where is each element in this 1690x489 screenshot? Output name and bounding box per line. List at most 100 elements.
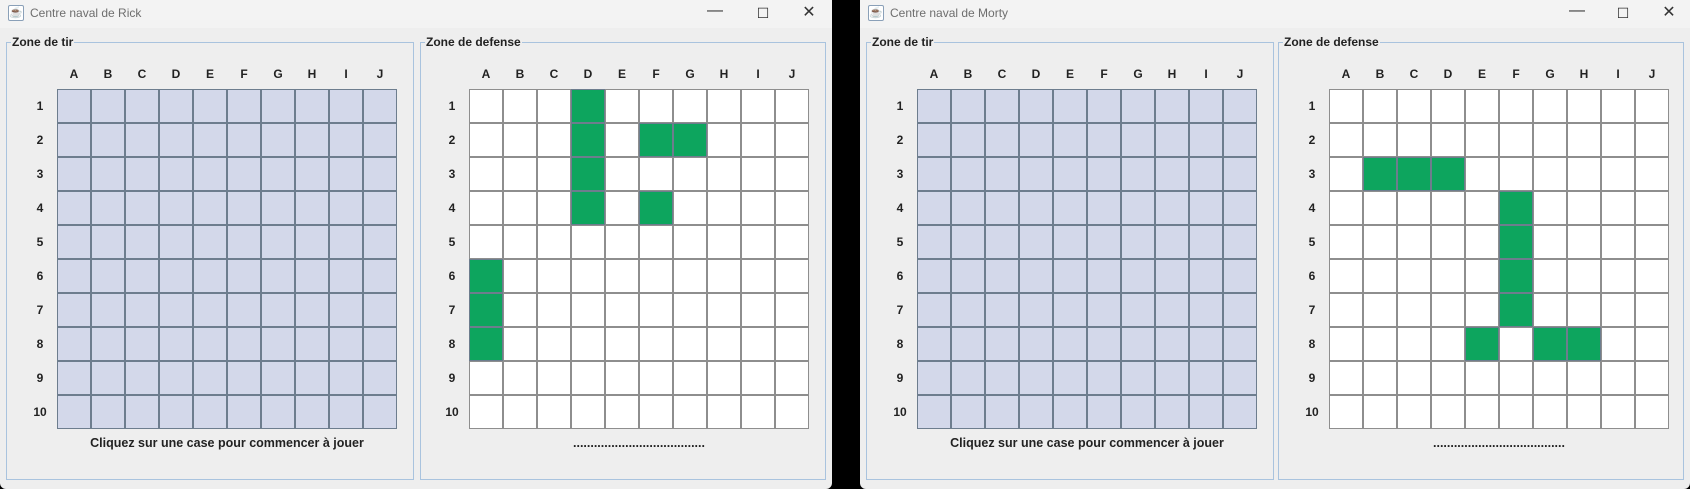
- shot-cell-f2[interactable]: [1087, 123, 1121, 157]
- shot-cell-e9[interactable]: [1053, 361, 1087, 395]
- shot-cell-i4[interactable]: [329, 191, 363, 225]
- defense-cell-h5[interactable]: [1567, 225, 1601, 259]
- shot-cell-d2[interactable]: [159, 123, 193, 157]
- shot-cell-a9[interactable]: [57, 361, 91, 395]
- shot-cell-d1[interactable]: [159, 89, 193, 123]
- defense-cell-a1[interactable]: [469, 89, 503, 123]
- defense-cell-d7[interactable]: [1431, 293, 1465, 327]
- shot-cell-j8[interactable]: [363, 327, 397, 361]
- shot-cell-h7[interactable]: [295, 293, 329, 327]
- defense-cell-h2[interactable]: [1567, 123, 1601, 157]
- shot-cell-b7[interactable]: [951, 293, 985, 327]
- defense-cell-h7[interactable]: [707, 293, 741, 327]
- shot-cell-e1[interactable]: [1053, 89, 1087, 123]
- shot-cell-a9[interactable]: [917, 361, 951, 395]
- maximize-icon[interactable]: ☐: [740, 0, 786, 28]
- defense-cell-d8[interactable]: [1431, 327, 1465, 361]
- defense-cell-h3[interactable]: [707, 157, 741, 191]
- shot-cell-j9[interactable]: [1223, 361, 1257, 395]
- shot-cell-c6[interactable]: [985, 259, 1019, 293]
- defense-cell-a6[interactable]: [469, 259, 503, 293]
- shot-cell-e10[interactable]: [1053, 395, 1087, 429]
- shot-cell-f9[interactable]: [1087, 361, 1121, 395]
- defense-cell-d6[interactable]: [571, 259, 605, 293]
- shot-cell-j4[interactable]: [363, 191, 397, 225]
- shot-cell-c10[interactable]: [985, 395, 1019, 429]
- defense-cell-d2[interactable]: [1431, 123, 1465, 157]
- defense-cell-j9[interactable]: [1635, 361, 1669, 395]
- shot-cell-b4[interactable]: [91, 191, 125, 225]
- shot-cell-i7[interactable]: [1189, 293, 1223, 327]
- shot-cell-j9[interactable]: [363, 361, 397, 395]
- defense-cell-j3[interactable]: [1635, 157, 1669, 191]
- shot-cell-c7[interactable]: [125, 293, 159, 327]
- shot-cell-j4[interactable]: [1223, 191, 1257, 225]
- shot-cell-e6[interactable]: [1053, 259, 1087, 293]
- defense-cell-i2[interactable]: [741, 123, 775, 157]
- shot-cell-f8[interactable]: [227, 327, 261, 361]
- shot-cell-c3[interactable]: [125, 157, 159, 191]
- defense-cell-e1[interactable]: [1465, 89, 1499, 123]
- defense-cell-i3[interactable]: [741, 157, 775, 191]
- defense-cell-d3[interactable]: [571, 157, 605, 191]
- defense-cell-i1[interactable]: [741, 89, 775, 123]
- defense-cell-e2[interactable]: [1465, 123, 1499, 157]
- defense-cell-f8[interactable]: [1499, 327, 1533, 361]
- defense-cell-i9[interactable]: [1601, 361, 1635, 395]
- shot-cell-h1[interactable]: [1155, 89, 1189, 123]
- defense-cell-d6[interactable]: [1431, 259, 1465, 293]
- shot-cell-g8[interactable]: [1121, 327, 1155, 361]
- shot-cell-i1[interactable]: [1189, 89, 1223, 123]
- defense-cell-f7[interactable]: [639, 293, 673, 327]
- defense-cell-h8[interactable]: [1567, 327, 1601, 361]
- defense-cell-e5[interactable]: [1465, 225, 1499, 259]
- defense-cell-b10[interactable]: [1363, 395, 1397, 429]
- shot-cell-g3[interactable]: [1121, 157, 1155, 191]
- shot-cell-c4[interactable]: [985, 191, 1019, 225]
- shot-cell-g10[interactable]: [261, 395, 295, 429]
- shot-cell-e3[interactable]: [193, 157, 227, 191]
- defense-cell-f6[interactable]: [1499, 259, 1533, 293]
- shot-cell-d3[interactable]: [1019, 157, 1053, 191]
- defense-cell-e3[interactable]: [605, 157, 639, 191]
- defense-cell-i5[interactable]: [741, 225, 775, 259]
- shot-cell-a7[interactable]: [57, 293, 91, 327]
- close-icon[interactable]: ✕: [786, 0, 832, 28]
- defense-cell-i5[interactable]: [1601, 225, 1635, 259]
- defense-cell-i3[interactable]: [1601, 157, 1635, 191]
- defense-cell-g8[interactable]: [1533, 327, 1567, 361]
- defense-cell-g10[interactable]: [1533, 395, 1567, 429]
- defense-cell-e7[interactable]: [605, 293, 639, 327]
- defense-cell-b10[interactable]: [503, 395, 537, 429]
- shot-cell-h9[interactable]: [1155, 361, 1189, 395]
- shot-cell-i9[interactable]: [1189, 361, 1223, 395]
- shot-cell-h6[interactable]: [1155, 259, 1189, 293]
- defense-cell-j10[interactable]: [775, 395, 809, 429]
- defense-cell-h10[interactable]: [707, 395, 741, 429]
- shot-cell-f5[interactable]: [1087, 225, 1121, 259]
- shot-cell-h8[interactable]: [1155, 327, 1189, 361]
- defense-cell-f5[interactable]: [639, 225, 673, 259]
- defense-cell-i8[interactable]: [741, 327, 775, 361]
- shot-cell-e8[interactable]: [193, 327, 227, 361]
- shot-cell-c5[interactable]: [985, 225, 1019, 259]
- shot-cell-j1[interactable]: [363, 89, 397, 123]
- defense-cell-j8[interactable]: [775, 327, 809, 361]
- defense-cell-i4[interactable]: [741, 191, 775, 225]
- shot-cell-e6[interactable]: [193, 259, 227, 293]
- shot-cell-h4[interactable]: [295, 191, 329, 225]
- defense-cell-h2[interactable]: [707, 123, 741, 157]
- defense-cell-c6[interactable]: [1397, 259, 1431, 293]
- defense-cell-g6[interactable]: [673, 259, 707, 293]
- defense-cell-a1[interactable]: [1329, 89, 1363, 123]
- shot-cell-e10[interactable]: [193, 395, 227, 429]
- shot-cell-j6[interactable]: [363, 259, 397, 293]
- defense-cell-g1[interactable]: [673, 89, 707, 123]
- defense-cell-g3[interactable]: [673, 157, 707, 191]
- shot-cell-c10[interactable]: [125, 395, 159, 429]
- shot-cell-d9[interactable]: [1019, 361, 1053, 395]
- shot-cell-b9[interactable]: [91, 361, 125, 395]
- shot-cell-i5[interactable]: [1189, 225, 1223, 259]
- minimize-icon[interactable]: —: [1554, 0, 1600, 28]
- shot-cell-d4[interactable]: [159, 191, 193, 225]
